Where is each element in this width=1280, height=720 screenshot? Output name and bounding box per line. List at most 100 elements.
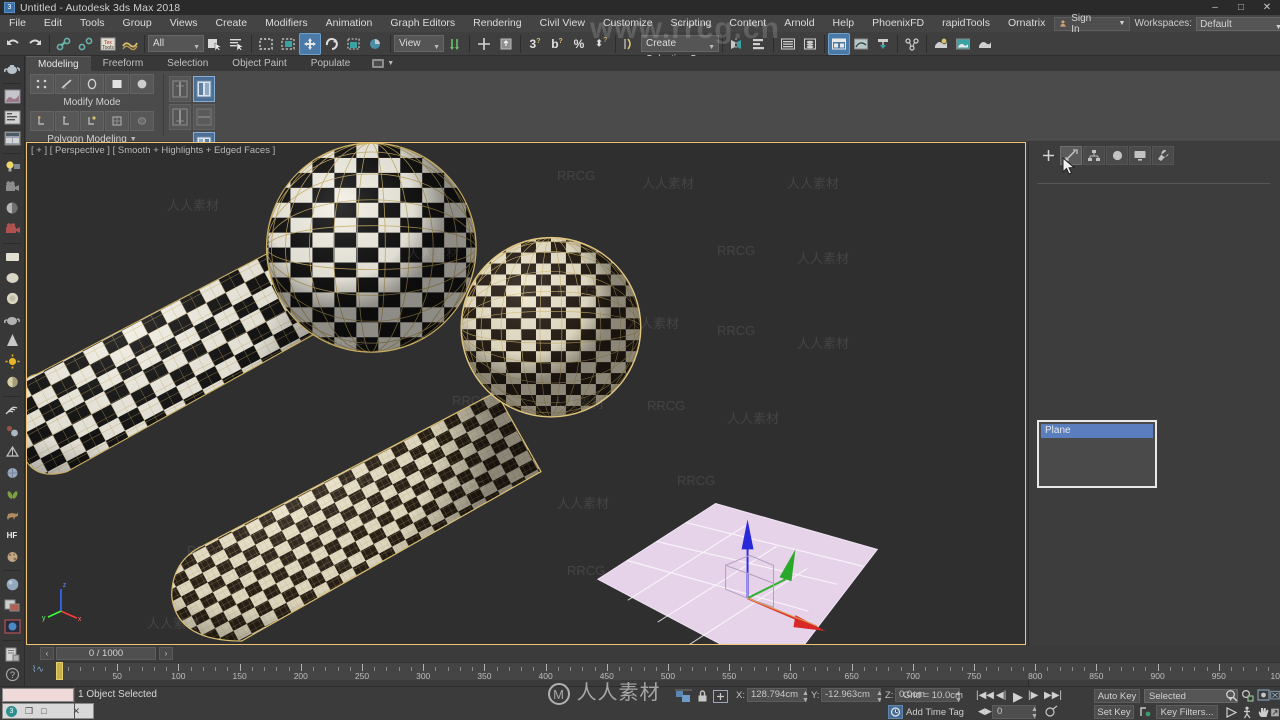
layer-list-icon[interactable] — [2, 129, 23, 149]
teapot-icon[interactable] — [2, 59, 23, 79]
edge-subobject-button[interactable] — [55, 74, 79, 94]
render-production-button[interactable] — [974, 33, 996, 55]
coord-y-spinner[interactable]: ▲ ▼ — [876, 690, 883, 704]
time-slider-field[interactable]: 0 / 1000 — [56, 647, 156, 660]
toggle-ribbon-button[interactable] — [828, 32, 850, 55]
moon-icon[interactable] — [2, 198, 23, 218]
current-frame-spinner[interactable]: ▲ ▼ — [1031, 706, 1038, 720]
menu-civil-view[interactable]: Civil View — [531, 15, 594, 32]
menu-help[interactable]: Help — [824, 15, 864, 32]
display-tab[interactable] — [1129, 146, 1151, 165]
hierarchy-tab[interactable] — [1083, 146, 1105, 165]
utilities-tab[interactable] — [1152, 146, 1174, 165]
select-and-rotate-button[interactable] — [321, 33, 343, 55]
help-icon[interactable]: ? — [2, 665, 23, 685]
modifier-stack-entry-plane[interactable]: Plane — [1041, 424, 1153, 438]
menu-phoenixfd[interactable]: PhoenixFD — [863, 15, 933, 32]
menu-ornatrix[interactable]: Ornatrix — [999, 15, 1054, 32]
spinner-snap-toggle-button[interactable]: % — [568, 33, 590, 55]
selection-lock-icon[interactable] — [695, 689, 710, 704]
add-time-tag-label[interactable]: Add Time Tag — [906, 707, 964, 718]
bitmap-icon[interactable] — [2, 595, 23, 615]
menu-rendering[interactable]: Rendering — [464, 15, 530, 32]
select-and-move-button[interactable] — [299, 32, 321, 55]
previous-frame-button[interactable]: ◀| — [996, 690, 1006, 701]
select-and-uniform-scale-button[interactable] — [343, 33, 365, 55]
menu-modifiers[interactable]: Modifiers — [256, 15, 317, 32]
timeline-ruler[interactable]: 50 100 150 200 250 300 350 400 450 500 550 600 650 70… — [56, 662, 1280, 681]
track-bar-icons[interactable]: ⌇∿ — [32, 664, 44, 675]
element-subobject-button[interactable] — [130, 74, 154, 94]
ribbon-tab-object-paint[interactable]: Object Paint — [220, 56, 298, 71]
time-cursor[interactable] — [56, 662, 63, 680]
coord-x-field[interactable]: 128.794cm — [747, 688, 807, 702]
redo-button[interactable] — [24, 33, 46, 55]
vray-camera-icon[interactable] — [2, 219, 23, 239]
generate-topology-button[interactable] — [30, 111, 54, 131]
workspace-select[interactable]: Default ▼ — [1196, 16, 1280, 31]
menu-group[interactable]: Group — [114, 15, 161, 32]
sun-light-icon[interactable] — [2, 352, 23, 372]
scene-explorer-button[interactable] — [799, 33, 821, 55]
close-button[interactable]: ✕ — [1254, 0, 1280, 15]
mirror-button[interactable] — [726, 33, 748, 55]
percent-snap-toggle-button[interactable]: b? — [546, 33, 568, 55]
minimize-button[interactable]: – — [1202, 0, 1228, 15]
go-to-end-button[interactable]: ▶▶| — [1044, 690, 1062, 701]
ribbon-tab-populate[interactable]: Populate — [299, 56, 362, 71]
coord-y-field[interactable]: -12.963cm — [821, 688, 881, 702]
maximize-listener-icon[interactable]: ❐ — [25, 706, 33, 717]
play-animation-button[interactable]: ▶ — [1013, 689, 1023, 705]
named-selection-sets-button[interactable] — [619, 33, 641, 55]
notes-icon[interactable] — [2, 644, 23, 664]
layer-explorer-button[interactable] — [777, 33, 799, 55]
modifier-stack-list[interactable]: Plane — [1037, 420, 1157, 488]
maxscript-mini-listener[interactable] — [2, 688, 74, 702]
axis-constraints-icon[interactable] — [712, 689, 729, 704]
select-and-link-button[interactable] — [53, 33, 75, 55]
sign-in-button[interactable]: Sign In ▼ — [1054, 13, 1131, 35]
swift-loop-button[interactable] — [169, 76, 191, 102]
auto-key-button[interactable]: Auto Key — [1094, 689, 1140, 703]
selection-filter-select[interactable]: All ▼ — [148, 35, 204, 52]
viewport-label[interactable]: [ + ] [ Perspective ] [ Smooth + Highlig… — [31, 145, 275, 156]
rectangular-selection-region-button[interactable] — [255, 33, 277, 55]
bind-to-space-warp-button[interactable] — [119, 33, 141, 55]
particle-icon[interactable] — [2, 421, 23, 441]
vertex-subobject-button[interactable] — [30, 74, 54, 94]
prev-frame-button[interactable]: ‹ — [40, 647, 54, 660]
textools-button[interactable]: Tex Tools — [97, 33, 119, 55]
select-and-manipulate-button[interactable] — [495, 33, 517, 55]
key-filters-button[interactable]: Key Filters... — [1156, 705, 1218, 719]
border-subobject-button[interactable] — [80, 74, 104, 94]
create-selection-set-input[interactable]: Create Selection Se ▼ — [641, 35, 719, 65]
coord-x-spinner[interactable]: ▲ ▼ — [802, 690, 809, 704]
show-cage-button[interactable] — [193, 104, 215, 130]
proxy-icon[interactable] — [2, 442, 23, 462]
reference-coordinate-system-select[interactable]: View ▼ — [394, 35, 444, 52]
render-preview-icon[interactable] — [2, 87, 23, 107]
displacement-icon[interactable] — [2, 463, 23, 483]
window-crossing-toggle-button[interactable] — [277, 33, 299, 55]
select-by-name-button[interactable] — [226, 33, 248, 55]
menu-views[interactable]: Views — [161, 15, 207, 32]
ribbon-tab-modeling[interactable]: Modeling — [26, 56, 91, 71]
current-frame-field[interactable]: 0 — [992, 705, 1036, 719]
undo-button[interactable] — [2, 33, 24, 55]
hair-fur-icon[interactable] — [2, 400, 23, 420]
menu-graph-editors[interactable]: Graph Editors — [381, 15, 464, 32]
angle-snap-toggle-button[interactable]: 3? — [524, 33, 546, 55]
key-mode-toggle-button[interactable] — [1138, 705, 1152, 720]
menu-edit[interactable]: Edit — [35, 15, 71, 32]
paint-connect-button[interactable] — [169, 104, 191, 130]
placement-tool-button[interactable] — [365, 33, 387, 55]
use-pivot-point-center-button[interactable] — [444, 33, 466, 55]
ribbon-tab-selection[interactable]: Selection — [155, 56, 220, 71]
snaps-toggle-button[interactable] — [473, 33, 495, 55]
plane-primitive-icon[interactable] — [2, 247, 23, 267]
unlink-selection-button[interactable] — [75, 33, 97, 55]
polygon-subobject-button[interactable] — [105, 74, 129, 94]
preserve-uvs-button[interactable] — [105, 111, 129, 131]
menu-file[interactable]: File — [0, 15, 35, 32]
scene-list-icon[interactable] — [2, 108, 23, 128]
